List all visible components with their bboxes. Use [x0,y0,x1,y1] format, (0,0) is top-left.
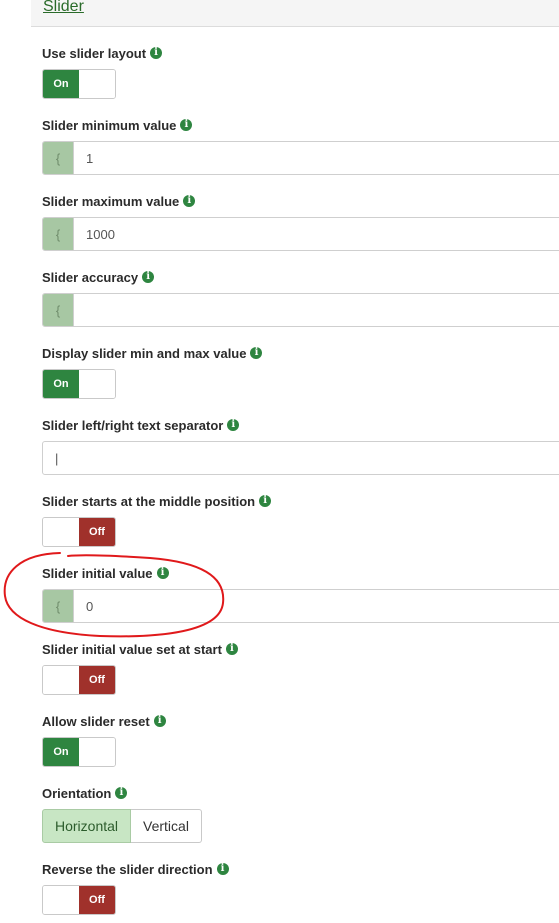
slider-max-input[interactable] [74,218,559,250]
label-reverse-direction: Reverse the slider direction [42,861,213,877]
field-reverse-direction: Reverse the slider direction i Off [42,861,229,915]
info-icon[interactable]: i [216,863,229,875]
expression-brace-icon: { [43,218,74,250]
annotation-circle [3,552,225,638]
section-header: Slider [31,0,559,27]
text-separator-input[interactable] [43,442,559,474]
expression-brace-icon: { [43,294,74,326]
label-orientation: Orientation [42,785,112,801]
info-icon[interactable]: i [227,419,240,431]
toggle-off-segment: Off [79,886,115,914]
field-use-slider-layout: Use slider layout i On [42,45,163,99]
label-slider-min: Slider minimum value [42,117,177,133]
label-use-slider-layout: Use slider layout [42,45,147,61]
orientation-button-group: Horizontal Vertical [42,809,202,843]
label-display-min-max: Display slider min and max value [42,345,247,361]
info-icon[interactable]: i [180,119,193,131]
starts-middle-toggle[interactable]: Off [42,517,116,547]
orientation-horizontal-button[interactable]: Horizontal [42,809,132,843]
field-slider-min: Slider minimum value i { [42,117,559,175]
use-slider-layout-toggle[interactable]: On [42,69,116,99]
field-display-min-max: Display slider min and max value i On [42,345,263,399]
slider-max-input-group: { [42,217,559,251]
orientation-vertical-button[interactable]: Vertical [131,809,202,843]
info-icon[interactable]: i [183,195,196,207]
allow-reset-toggle[interactable]: On [42,737,116,767]
info-icon[interactable]: i [250,347,263,359]
label-slider-max: Slider maximum value [42,193,180,209]
label-slider-accuracy: Slider accuracy [42,269,139,285]
field-text-separator: Slider left/right text separator i [42,417,559,475]
display-min-max-toggle[interactable]: On [42,369,116,399]
field-allow-reset: Allow slider reset i On [42,713,166,767]
section-link-slider[interactable]: Slider [43,0,84,16]
toggle-off-segment: Off [79,518,115,546]
slider-accuracy-input-group: { [42,293,559,327]
field-orientation: Orientation i Horizontal Vertical [42,785,202,843]
field-slider-accuracy: Slider accuracy i { [42,269,559,327]
slider-accuracy-input[interactable] [74,294,559,326]
info-icon[interactable]: i [153,715,166,727]
info-icon[interactable]: i [142,271,155,283]
toggle-on-segment: On [43,370,79,398]
label-allow-reset: Allow slider reset [42,713,150,729]
field-slider-max: Slider maximum value i { [42,193,559,251]
label-text-separator: Slider left/right text separator [42,417,224,433]
label-starts-middle: Slider starts at the middle position [42,493,256,509]
toggle-on-segment: On [43,738,79,766]
info-icon[interactable]: i [115,787,128,799]
slider-min-input-group: { [42,141,559,175]
expression-brace-icon: { [43,142,74,174]
toggle-off-segment: Off [79,666,115,694]
text-separator-input-wrap [42,441,559,475]
field-initial-at-start: Slider initial value set at start i Off [42,641,238,695]
field-starts-middle: Slider starts at the middle position i O… [42,493,272,547]
info-icon[interactable]: i [150,47,163,59]
slider-min-input[interactable] [74,142,559,174]
toggle-on-segment: On [43,70,79,98]
info-icon[interactable]: i [259,495,272,507]
initial-at-start-toggle[interactable]: Off [42,665,116,695]
reverse-direction-toggle[interactable]: Off [42,885,116,915]
